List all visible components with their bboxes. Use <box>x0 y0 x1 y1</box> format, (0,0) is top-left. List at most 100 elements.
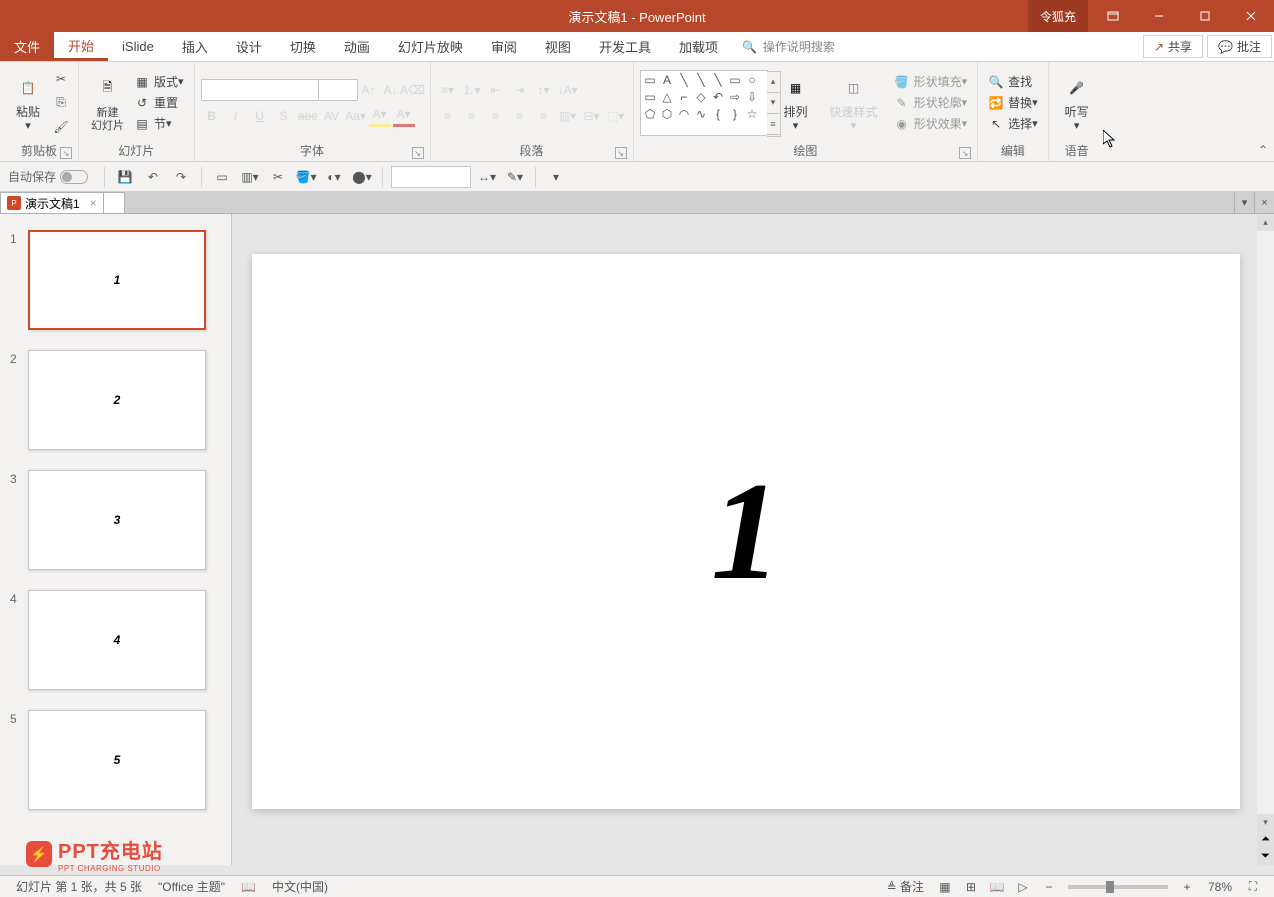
bold-button[interactable]: B <box>201 105 223 127</box>
tab-insert[interactable]: 插入 <box>168 32 222 61</box>
qat-btn3[interactable]: ✂ <box>266 165 290 189</box>
slide-thumbnail-1[interactable]: 1 <box>28 230 206 330</box>
slide-canvas[interactable]: 1 <box>252 254 1240 809</box>
notes-button[interactable]: ≜ 备注 <box>879 878 932 895</box>
close-button[interactable] <box>1228 0 1274 32</box>
language-button[interactable]: 中文(中国) <box>264 878 336 895</box>
tab-islide[interactable]: iSlide <box>108 32 168 61</box>
slide-thumbnail-5[interactable]: 5 <box>28 710 206 810</box>
paragraph-dialog-launcher[interactable]: ↘ <box>615 147 627 159</box>
tab-transitions[interactable]: 切换 <box>276 32 330 61</box>
tab-close-all[interactable]: × <box>1254 192 1274 213</box>
shadow-button[interactable]: S <box>273 105 295 127</box>
shape-fill-button[interactable]: 🪣形状填充 ▾ <box>890 72 972 91</box>
close-tab-button[interactable]: × <box>90 196 97 210</box>
tab-design[interactable]: 设计 <box>222 32 276 61</box>
reading-view-button[interactable]: 📖 <box>984 876 1010 897</box>
underline-button[interactable]: U <box>249 105 271 127</box>
tab-devtools[interactable]: 开发工具 <box>585 32 665 61</box>
zoom-level[interactable]: 78% <box>1200 880 1240 894</box>
save-button[interactable]: 💾 <box>113 165 137 189</box>
zoom-slider[interactable] <box>1068 885 1168 889</box>
redo-button[interactable]: ↷ <box>169 165 193 189</box>
document-tab[interactable]: P 演示文稿1 × <box>0 192 104 213</box>
new-tab-button[interactable] <box>103 192 125 213</box>
text-direction-button[interactable]: ↓A▾ <box>557 79 579 101</box>
line-spacing-button[interactable]: ↕▾ <box>533 79 555 101</box>
format-painter-button[interactable]: 🖌 <box>50 116 72 138</box>
maximize-button[interactable] <box>1182 0 1228 32</box>
distribute-button[interactable]: ≡ <box>533 105 555 127</box>
qat-btn6[interactable]: ⬤▾ <box>350 165 374 189</box>
qat-picker[interactable] <box>391 166 471 188</box>
fit-to-window-button[interactable]: ⛶ <box>1240 876 1266 897</box>
smartart-button[interactable]: ⬚▾ <box>605 105 627 127</box>
qat-btn7[interactable]: ↔▾ <box>475 165 499 189</box>
shape-outline-button[interactable]: ✎形状轮廓 ▾ <box>890 93 972 112</box>
qat-btn2[interactable]: ▥▾ <box>238 165 262 189</box>
align-left-button[interactable]: ≡ <box>437 105 459 127</box>
dictate-button[interactable]: 🎤 听写▾ <box>1055 70 1099 135</box>
columns-button[interactable]: ▥▾ <box>557 105 579 127</box>
shapes-scroll-down[interactable]: ▾ <box>767 93 780 114</box>
qat-btn8[interactable]: ✎▾ <box>503 165 527 189</box>
drawing-dialog-launcher[interactable]: ↘ <box>959 147 971 159</box>
vertical-scrollbar[interactable]: ▴ ▾ ⏶ ⏷ <box>1257 214 1274 865</box>
next-slide-button[interactable]: ⏷ <box>1257 848 1274 865</box>
scroll-down-button[interactable]: ▾ <box>1257 814 1274 831</box>
normal-view-button[interactable]: ▦ <box>932 876 958 897</box>
reset-button[interactable]: ↺重置 <box>130 93 188 112</box>
italic-button[interactable]: I <box>225 105 247 127</box>
slide-thumbnail-3[interactable]: 3 <box>28 470 206 570</box>
copy-button[interactable]: ⎘ <box>50 92 72 114</box>
numbering-button[interactable]: ⒈▾ <box>461 79 483 101</box>
layout-button[interactable]: ▦版式 ▾ <box>130 72 188 91</box>
new-slide-button[interactable]: 🗎 新建 幻灯片 <box>85 71 130 135</box>
shapes-more-button[interactable]: ≡ <box>767 114 780 135</box>
tab-file[interactable]: 文件 <box>0 32 54 61</box>
user-account[interactable]: 令狐充 <box>1028 0 1088 32</box>
bullets-button[interactable]: ≡▾ <box>437 79 459 101</box>
qat-btn4[interactable]: 🪣▾ <box>294 165 318 189</box>
slide-counter[interactable]: 幻灯片 第 1 张，共 5 张 <box>8 878 150 895</box>
paste-button[interactable]: 📋 粘贴▾ <box>6 70 50 135</box>
tab-view[interactable]: 视图 <box>531 32 585 61</box>
increase-font-button[interactable]: A↑ <box>358 79 380 101</box>
tab-review[interactable]: 审阅 <box>477 32 531 61</box>
align-right-button[interactable]: ≡ <box>485 105 507 127</box>
highlight-button[interactable]: A▾ <box>369 105 391 127</box>
ribbon-display-options-button[interactable] <box>1090 0 1136 32</box>
font-color-button[interactable]: A▾ <box>393 105 415 127</box>
find-button[interactable]: 🔍查找 <box>984 72 1042 91</box>
tab-slideshow[interactable]: 幻灯片放映 <box>384 32 477 61</box>
cut-button[interactable]: ✂ <box>50 68 72 90</box>
qat-btn1[interactable]: ▭ <box>210 165 234 189</box>
clipboard-dialog-launcher[interactable]: ↘ <box>60 147 72 159</box>
tab-dropdown[interactable]: ▾ <box>1234 192 1254 213</box>
spellcheck-button[interactable]: 📖 <box>233 880 264 894</box>
prev-slide-button[interactable]: ⏶ <box>1257 831 1274 848</box>
font-dialog-launcher[interactable]: ↘ <box>412 147 424 159</box>
decrease-indent-button[interactable]: ⇤ <box>485 79 507 101</box>
share-button[interactable]: ↗ 共享 <box>1143 35 1203 58</box>
tab-home[interactable]: 开始 <box>54 32 108 61</box>
slideshow-view-button[interactable]: ▷ <box>1010 876 1036 897</box>
quick-styles-button[interactable]: ◫ 快速样式▾ <box>824 70 884 135</box>
change-case-button[interactable]: Aa▾ <box>345 105 367 127</box>
font-size-input[interactable] <box>318 79 358 101</box>
collapse-ribbon-button[interactable]: ⌃ <box>1258 143 1268 157</box>
slide-sorter-button[interactable]: ⊞ <box>958 876 984 897</box>
qat-customize[interactable]: ▾ <box>544 165 568 189</box>
decrease-font-button[interactable]: A↓ <box>380 79 402 101</box>
slide-thumbnail-4[interactable]: 4 <box>28 590 206 690</box>
tab-animations[interactable]: 动画 <box>330 32 384 61</box>
tab-addins[interactable]: 加载项 <box>665 32 732 61</box>
replace-button[interactable]: 🔁替换 ▾ <box>984 93 1042 112</box>
undo-button[interactable]: ↶ <box>141 165 165 189</box>
char-spacing-button[interactable]: AV <box>321 105 343 127</box>
slide-thumbnail-2[interactable]: 2 <box>28 350 206 450</box>
shapes-gallery[interactable]: ▭A╲╲╲▭○ ▭△⌐◇↶⇨⇩ ⬠⬡◠∿{}☆ ▴ ▾ ≡ <box>640 70 768 136</box>
justify-button[interactable]: ≡ <box>509 105 531 127</box>
tell-me-search[interactable]: 🔍 操作说明搜索 <box>732 32 845 61</box>
strike-button[interactable]: abc <box>297 105 319 127</box>
